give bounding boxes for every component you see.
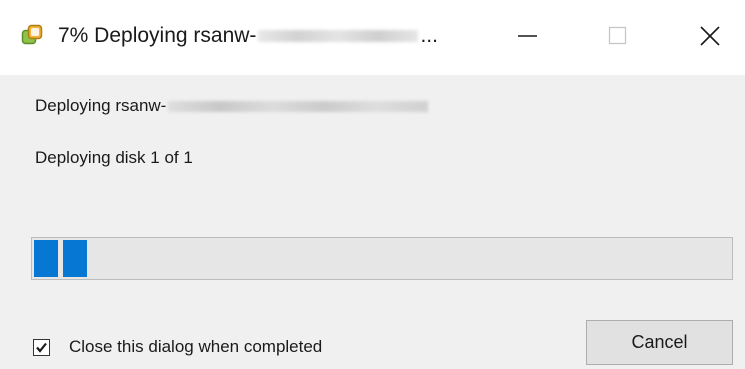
maximize-icon	[608, 26, 627, 45]
status-text: Deploying disk 1 of 1	[35, 148, 193, 167]
window-title: 7% Deploying rsanw-...	[58, 24, 438, 48]
minimize-button[interactable]	[508, 20, 548, 52]
close-icon	[700, 26, 720, 46]
checkbox-label: Close this dialog when completed	[69, 337, 323, 356]
deploying-prefix: Deploying rsanw-	[35, 96, 167, 115]
title-bar: 7% Deploying rsanw-...	[0, 0, 745, 75]
window-title-prefix: 7% Deploying rsanw-	[58, 24, 257, 47]
progress-segment	[34, 240, 58, 277]
deploying-name-text: Deploying rsanw-	[35, 96, 429, 116]
close-when-completed-checkbox[interactable]	[33, 338, 50, 356]
redacted-text	[168, 101, 429, 113]
minimize-icon	[518, 35, 537, 37]
window-title-suffix: ...	[420, 24, 438, 47]
maximize-button[interactable]	[598, 20, 638, 52]
close-button[interactable]	[690, 20, 730, 52]
close-when-completed-option[interactable]: Close this dialog when completed	[33, 337, 322, 357]
progress-segment	[63, 240, 87, 277]
redacted-text	[258, 30, 419, 43]
checkmark-icon	[36, 342, 47, 353]
vsphere-icon	[21, 24, 43, 45]
cancel-button[interactable]: Cancel	[586, 320, 733, 365]
progress-fill	[34, 240, 88, 277]
progress-bar	[31, 237, 733, 280]
